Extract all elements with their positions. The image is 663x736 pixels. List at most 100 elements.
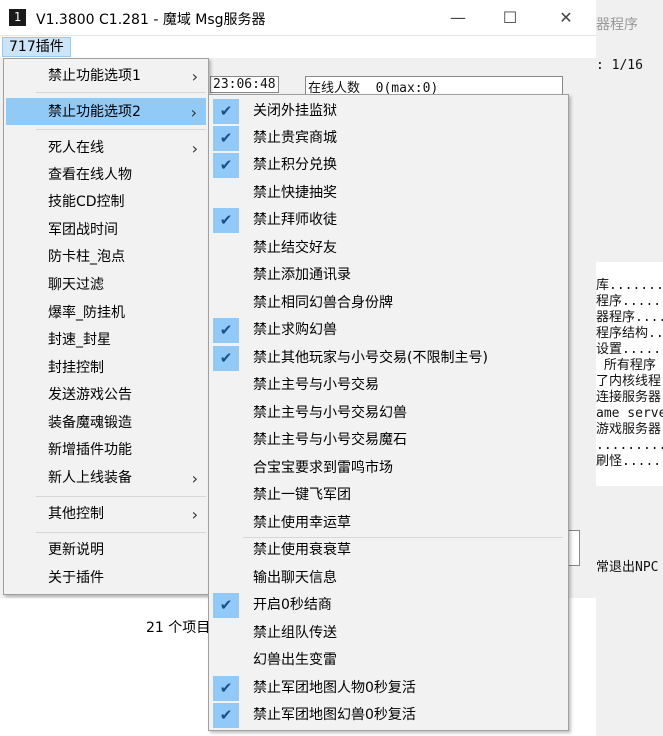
menu-item-label: 关于插件	[48, 570, 104, 586]
menu-item-label: 其他控制	[48, 506, 104, 522]
log-line: 游戏服务器	[596, 422, 662, 437]
log-line: 了内核线程	[596, 374, 662, 389]
log-exit-line: 常退出NPC	[596, 560, 659, 575]
submenu-item-label: 禁止使用衰衰草	[253, 542, 351, 558]
submenu-item[interactable]: 禁止相同幻兽合身份牌	[211, 290, 566, 317]
submenu-item[interactable]: ✔ 禁止求购幻兽	[211, 317, 566, 344]
menu-item-label: 封挂控制	[48, 360, 104, 376]
menu-bar: 717插件	[0, 36, 596, 58]
menu-item-label: 封速_封星	[48, 332, 111, 348]
chevron-right-icon: ›	[191, 505, 198, 524]
submenu-item[interactable]: 合宝宝要求到雷鸣市场	[211, 455, 566, 482]
menu-item-announcement[interactable]: 发送游戏公告	[6, 382, 206, 409]
log-line: 所有程序	[596, 358, 656, 373]
menu-item-newbie-gear[interactable]: 新人上线装备 ›	[6, 465, 206, 492]
menu-item-anti-stuck[interactable]: 防卡柱_泡点	[6, 244, 206, 271]
submenu-item-label: 禁止求购幻兽	[253, 322, 337, 338]
menu-item-chat-filter[interactable]: 聊天过滤	[6, 272, 206, 299]
submenu-item[interactable]: 幻兽出生变雷	[211, 647, 566, 674]
submenu-item[interactable]: 禁止结交好友	[211, 235, 566, 262]
submenu-item[interactable]: ✔ 禁止军团地图幻兽0秒复活	[211, 702, 566, 729]
submenu-item[interactable]: ✔ 关闭外挂监狱	[211, 98, 566, 125]
menu-separator	[36, 532, 206, 533]
disable-options-2-submenu: ✔ 关闭外挂监狱 ✔ 禁止贵宾商城 ✔ 禁止积分兑换 禁止快捷抽奖 ✔ 禁止拜师收徒 禁…	[208, 94, 569, 731]
submenu-item-label: 禁止军团地图幻兽0秒复活	[253, 707, 416, 723]
checkmark-icon: ✔	[213, 99, 239, 124]
menu-item-label: 发送游戏公告	[48, 387, 132, 403]
menu-item-legion-war-time[interactable]: 军团战时间	[6, 217, 206, 244]
chevron-right-icon: ›	[191, 67, 198, 86]
menu-separator	[36, 92, 206, 93]
menu-item-changelog[interactable]: 更新说明	[6, 537, 206, 564]
submenu-item[interactable]: ✔ 禁止积分兑换	[211, 152, 566, 179]
submenu-item-label: 禁止一键飞军团	[253, 487, 351, 503]
menu-item-label: 查看在线人物	[48, 167, 132, 183]
menu-item-label: 禁止功能选项2	[48, 104, 141, 120]
submenu-item[interactable]: 禁止添加通讯录	[211, 262, 566, 289]
menu-item-dead-online[interactable]: 死人在线 ›	[6, 135, 206, 162]
submenu-item[interactable]: 禁止使用幸运草	[211, 510, 566, 537]
log-line: ame server	[596, 406, 663, 421]
submenu-item-label: 输出聊天信息	[253, 570, 337, 586]
menu-item-speed-ban[interactable]: 封速_封星	[6, 327, 206, 354]
plugin-menu: 禁止功能选项1 › 禁止功能选项2 › 死人在线 › 查看在线人物 技能CD控制 军团…	[3, 58, 209, 595]
menu-item-skill-cd[interactable]: 技能CD控制	[6, 189, 206, 216]
menu-item-cheat-control[interactable]: 封挂控制	[6, 355, 206, 382]
menu-item-equip-forge[interactable]: 装备魔魂锻造	[6, 410, 206, 437]
submenu-item[interactable]: ✔ 开启0秒结商	[211, 592, 566, 619]
menu-item-label: 装备魔魂锻造	[48, 415, 132, 431]
submenu-item[interactable]: 禁止主号与小号交易魔石	[211, 427, 566, 454]
submenu-item-label: 开启0秒结商	[253, 597, 332, 613]
menu-item-about[interactable]: 关于插件	[6, 565, 206, 592]
menu-item-label: 更新说明	[48, 542, 104, 558]
log-panel: 库.........程序.......器程序.....程序结构...设置....…	[596, 262, 663, 486]
submenu-item-label: 合宝宝要求到雷鸣市场	[253, 460, 393, 476]
log-line: 设置.......	[596, 342, 663, 357]
title-bar: 1 V1.3800 C1.281 - 魔域 Msg服务器 — ☐ ✕	[0, 0, 596, 36]
menu-item-label: 新增插件功能	[48, 442, 132, 458]
server-time: 23:06:48	[210, 76, 279, 93]
maximize-button[interactable]: ☐	[490, 0, 530, 36]
submenu-item[interactable]: 禁止一键飞军团	[211, 482, 566, 509]
menu-item-other-control[interactable]: 其他控制 ›	[6, 501, 206, 528]
submenu-item[interactable]: 禁止组队传送	[211, 620, 566, 647]
log-line: 程序.......	[596, 294, 663, 309]
submenu-item-label: 禁止主号与小号交易幻兽	[253, 405, 407, 421]
submenu-item-label: 禁止结交好友	[253, 240, 337, 256]
submenu-item[interactable]: 禁止使用衰衰草	[211, 537, 566, 564]
submenu-item[interactable]: 输出聊天信息	[211, 565, 566, 592]
submenu-item[interactable]: ✔ 禁止贵宾商城	[211, 125, 566, 152]
menu-separator	[36, 129, 206, 130]
submenu-item-label: 禁止积分兑换	[253, 157, 337, 173]
menu-plugin-717[interactable]: 717插件	[2, 37, 71, 57]
submenu-item[interactable]: 禁止主号与小号交易	[211, 372, 566, 399]
menu-item-label: 防卡柱_泡点	[48, 249, 125, 265]
menu-item-label: 技能CD控制	[48, 194, 125, 210]
submenu-item[interactable]: ✔ 禁止军团地图人物0秒复活	[211, 675, 566, 702]
menu-item-disable-options-1[interactable]: 禁止功能选项1 ›	[6, 63, 206, 90]
checkmark-icon: ✔	[213, 593, 239, 618]
menu-item-label: 禁止功能选项1	[48, 68, 141, 84]
submenu-item[interactable]: ✔ 禁止其他玩家与小号交易(不限制主号)	[211, 345, 566, 372]
close-button[interactable]: ✕	[546, 0, 586, 36]
submenu-item-label: 禁止拜师收徒	[253, 212, 337, 228]
page-counter: : 1/16	[596, 58, 643, 73]
log-line: ...........	[596, 438, 663, 453]
menu-item-drop-rate[interactable]: 爆率_防挂机	[6, 300, 206, 327]
submenu-item-label: 禁止主号与小号交易	[253, 377, 379, 393]
submenu-item-label: 禁止添加通讯录	[253, 267, 351, 283]
chevron-right-icon: ›	[191, 469, 198, 488]
submenu-item[interactable]: 禁止快捷抽奖	[211, 180, 566, 207]
submenu-item[interactable]: 禁止主号与小号交易幻兽	[211, 400, 566, 427]
checkmark-icon: ✔	[213, 703, 239, 728]
submenu-item-label: 禁止军团地图人物0秒复活	[253, 680, 416, 696]
menu-item-view-online[interactable]: 查看在线人物	[6, 162, 206, 189]
app-icon: 1	[9, 9, 26, 26]
log-line: 程序结构...	[596, 326, 663, 341]
submenu-item-label: 关闭外挂监狱	[253, 103, 337, 119]
log-line: 器程序.....	[596, 310, 663, 325]
menu-item-new-plugin[interactable]: 新增插件功能	[6, 437, 206, 464]
submenu-item[interactable]: ✔ 禁止拜师收徒	[211, 207, 566, 234]
menu-item-disable-options-2[interactable]: 禁止功能选项2 ›	[6, 98, 206, 125]
minimize-button[interactable]: —	[438, 0, 478, 36]
